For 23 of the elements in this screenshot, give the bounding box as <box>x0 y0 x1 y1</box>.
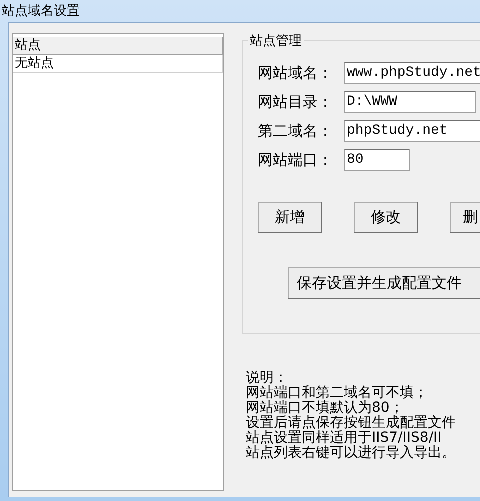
group-title: 站点管理 <box>248 32 304 50</box>
list-item[interactable]: 无站点 <box>13 55 223 73</box>
field-label: 网站端口： <box>258 150 334 170</box>
action-button[interactable]: 修改 <box>354 202 418 233</box>
field-label: 网站目录： <box>258 92 334 112</box>
field-label: 第二域名： <box>258 122 334 140</box>
input-field[interactable]: 80 <box>344 149 410 171</box>
note-text: 网站端口和第二域名可不填； <box>246 386 429 401</box>
note-text: 站点列表右键可以进行导入导出。 <box>246 446 457 461</box>
column-header[interactable]: 站点 <box>13 37 223 55</box>
action-button[interactable]: 删 <box>450 202 480 233</box>
field-label: 网站域名： <box>258 64 334 82</box>
action-button[interactable]: 新增 <box>258 202 322 233</box>
note-text: 站点设置同样适用于IIS7/IIS8/II <box>246 431 443 446</box>
input-field[interactable]: D:\WWW <box>344 91 476 113</box>
window-title: 站点域名设置 <box>2 3 80 20</box>
site-list[interactable]: 站点 无站点 <box>12 33 224 491</box>
note-text: 设置后请点保存按钮生成配置文件 <box>246 416 457 431</box>
input-field[interactable]: www.phpStudy.net <box>344 62 480 84</box>
note-text: 说明： <box>246 371 289 386</box>
note-text: 网站端口不填默认为80； <box>246 401 405 416</box>
input-field[interactable]: phpStudy.net <box>344 120 480 142</box>
save-button[interactable]: 保存设置并生成配置文件 <box>288 267 480 299</box>
